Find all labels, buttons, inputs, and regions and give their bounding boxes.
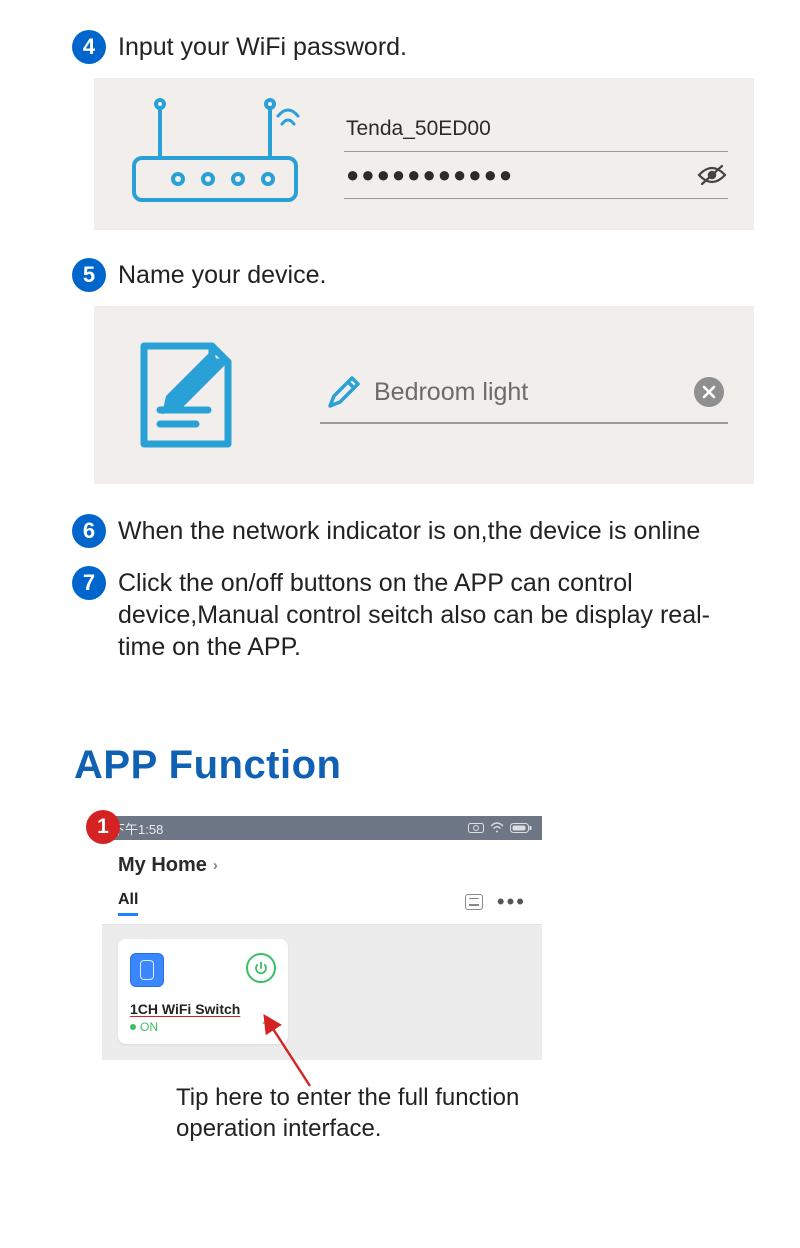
router-icon — [120, 94, 310, 212]
wifi-credentials-panel: Tenda_50ED00 ●●●●●●●●●●● — [94, 78, 754, 230]
edit-note-icon — [120, 330, 250, 460]
tabs-row: All ••• — [102, 887, 542, 925]
close-icon — [701, 384, 717, 400]
phone-statusbar: 下午1:58 — [102, 816, 542, 840]
step-5-text: Name your device. — [118, 258, 326, 291]
device-type-icon — [130, 953, 164, 987]
power-toggle-button[interactable] — [246, 953, 276, 983]
pencil-icon — [324, 372, 364, 412]
step-badge-6: 6 — [72, 514, 106, 548]
home-title-row[interactable]: My Home › — [102, 840, 542, 887]
visibility-off-icon[interactable] — [696, 163, 728, 187]
device-name-value: Bedroom light — [374, 378, 684, 407]
battery-icon — [510, 822, 532, 834]
step-4-text: Input your WiFi password. — [118, 30, 407, 63]
home-title-label: My Home — [118, 854, 207, 877]
section-heading-app-function: APP Function — [74, 743, 800, 788]
wifi-ssid-field[interactable]: Tenda_50ED00 — [344, 107, 728, 152]
app-function-badge-1: 1 — [86, 810, 120, 844]
status-dot-icon — [130, 1024, 136, 1030]
power-icon — [254, 961, 268, 975]
tab-all[interactable]: All — [118, 887, 138, 916]
chevron-right-icon: › — [213, 857, 218, 874]
step-6-text: When the network indicator is on,the dev… — [118, 514, 700, 547]
device-card-name: 1CH WiFi Switch — [130, 1001, 276, 1017]
device-name-input[interactable]: Bedroom light — [320, 366, 728, 424]
step-badge-5: 5 — [72, 258, 106, 292]
step-badge-4: 4 — [72, 30, 106, 64]
clear-input-button[interactable] — [694, 377, 724, 407]
wifi-icon — [490, 822, 504, 834]
app-function-tip-text: Tip here to enter the full function oper… — [176, 1082, 590, 1144]
wifi-ssid-value: Tenda_50ED00 — [346, 117, 491, 141]
app-screenshot-frame: 下午1:58 My Home › All ••• — [102, 816, 542, 1060]
wifi-password-masked: ●●●●●●●●●●● — [346, 162, 514, 188]
list-view-icon[interactable] — [465, 894, 483, 910]
step-badge-7: 7 — [72, 566, 106, 600]
step-7-text: Click the on/off buttons on the APP can … — [118, 566, 738, 663]
wifi-password-field[interactable]: ●●●●●●●●●●● — [344, 152, 728, 199]
callout-arrow-icon — [258, 1010, 318, 1090]
device-card-status: ON — [140, 1020, 158, 1034]
more-menu-icon[interactable]: ••• — [497, 897, 526, 907]
name-device-panel: Bedroom light — [94, 306, 754, 484]
camera-icon — [468, 822, 484, 834]
